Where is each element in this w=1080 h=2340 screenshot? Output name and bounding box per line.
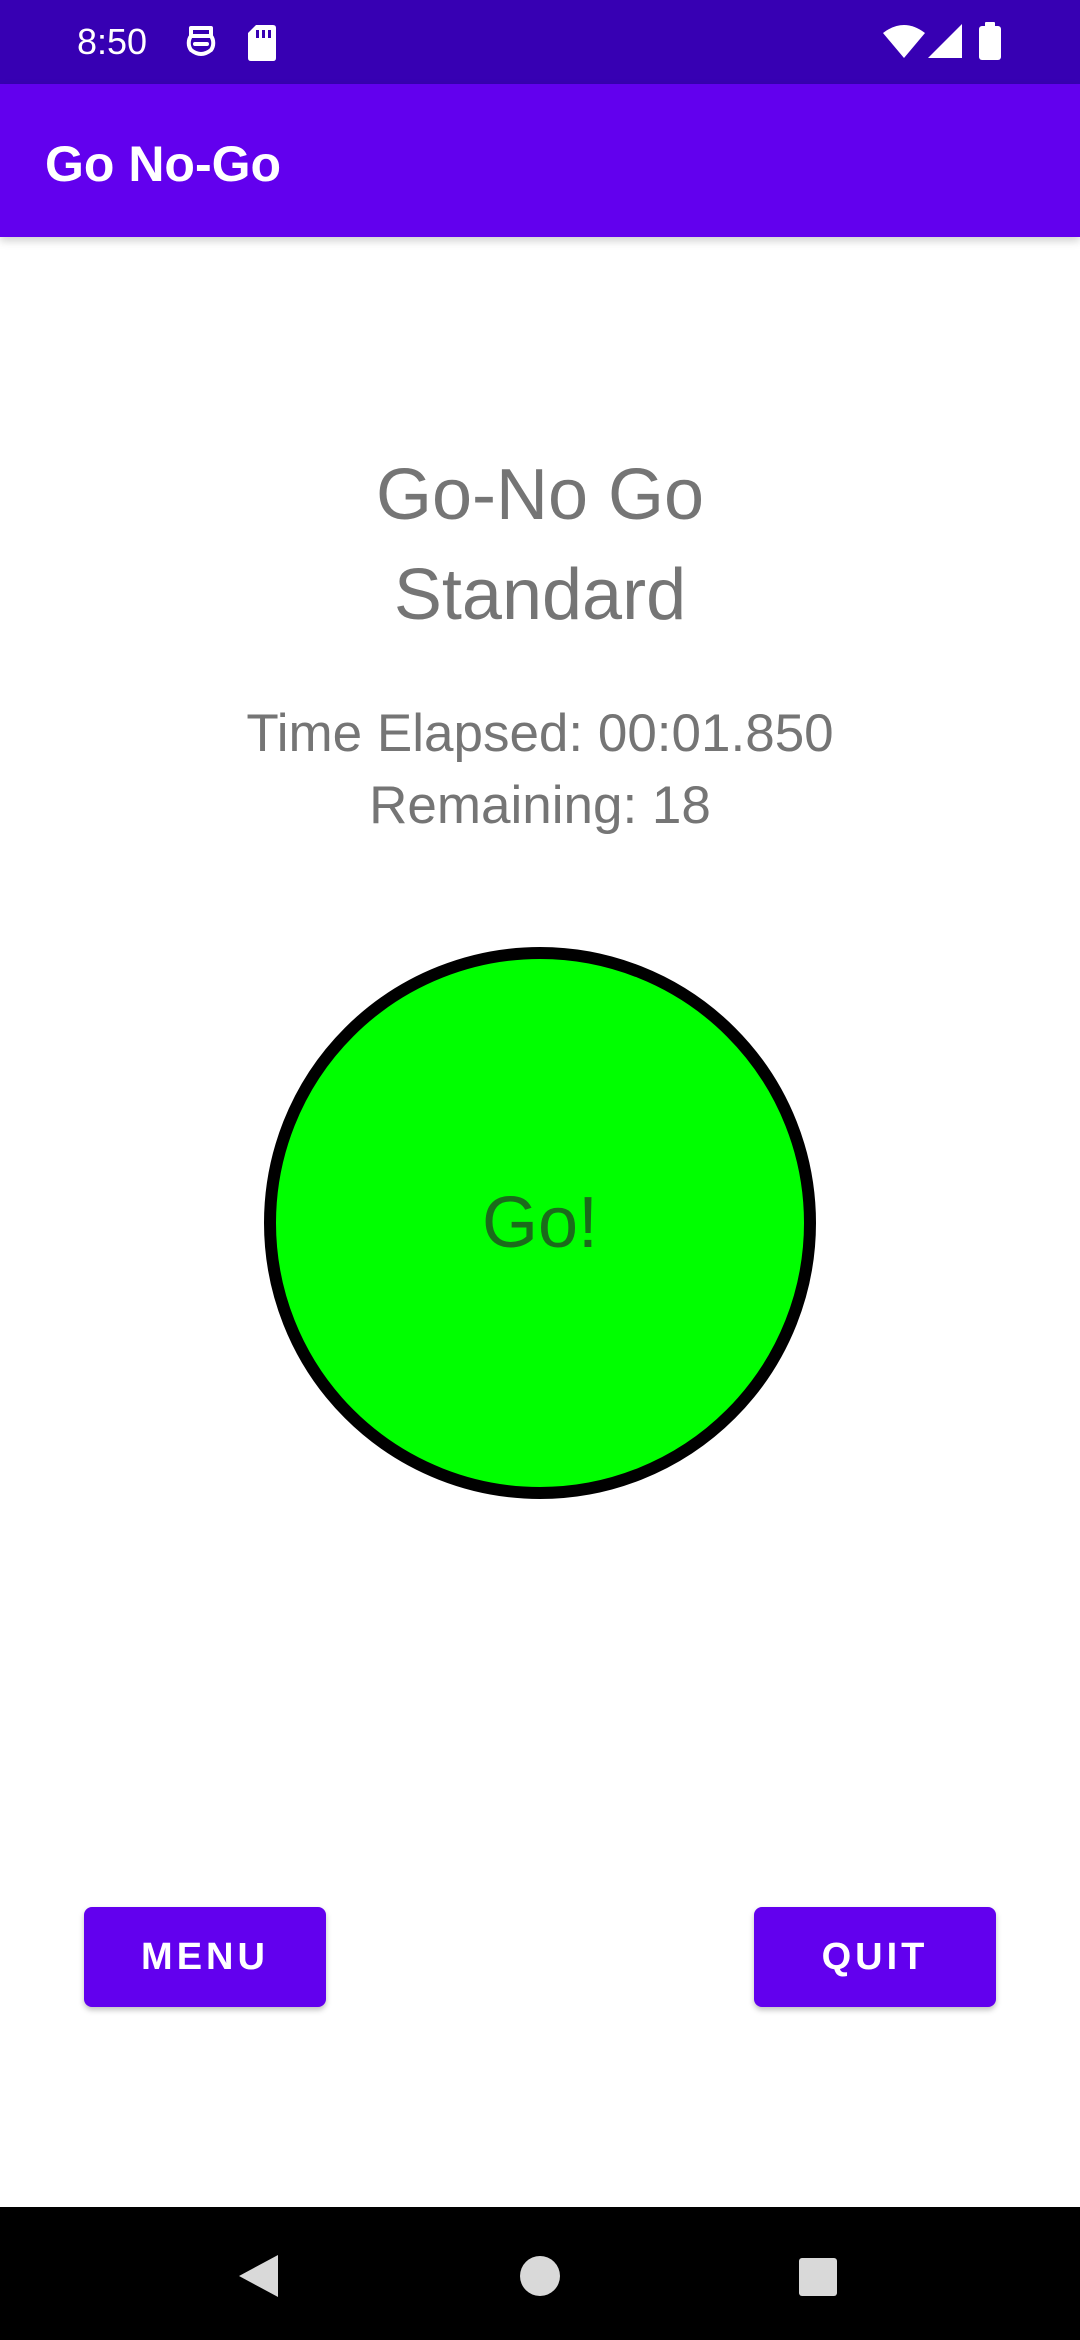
signal-icon: [928, 24, 962, 58]
home-icon[interactable]: [519, 2255, 561, 2297]
recents-icon[interactable]: [798, 2257, 838, 2297]
sd-card-icon: [248, 25, 276, 61]
screen: 8:50 Go No-Go Go-No Go Standard Time Ela…: [0, 0, 1080, 2340]
wifi-icon: [883, 25, 925, 58]
go-label: Go!: [481, 1183, 599, 1263]
battery-icon: [979, 22, 1001, 60]
status-bar: 8:50: [0, 0, 1080, 84]
go-stimulus-circle[interactable]: Go!: [264, 947, 816, 1499]
menu-button[interactable]: MENU: [84, 1907, 326, 2007]
navigation-bar: [0, 2207, 1080, 2340]
test-title-line2: Standard: [393, 555, 687, 635]
quit-button[interactable]: QUIT: [754, 1907, 996, 2007]
assistant-icon: [186, 26, 216, 56]
remaining-count-text: Remaining: 18: [369, 776, 711, 835]
status-time: 8:50: [77, 21, 148, 62]
test-title-line1: Go-No Go: [375, 455, 705, 535]
app-title: Go No-Go: [45, 136, 282, 192]
time-elapsed-text: Time Elapsed: 00:01.850: [246, 704, 834, 763]
back-icon[interactable]: [236, 2253, 282, 2299]
app-bar: Go No-Go: [0, 84, 1080, 237]
